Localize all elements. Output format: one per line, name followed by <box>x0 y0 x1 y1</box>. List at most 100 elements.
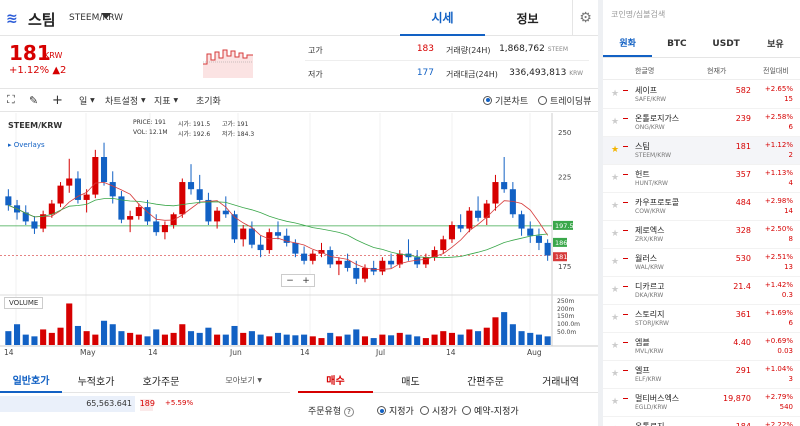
volume-bar <box>5 331 12 345</box>
market-row[interactable]: ★ 월러스 WAL/KRW 530 +2.51% 13 <box>603 249 800 277</box>
tab-usdt[interactable]: USDT <box>702 30 751 57</box>
star-icon[interactable]: ★ <box>611 257 619 267</box>
market-row[interactable]: ★ 스팀 STEEM/KRW 181 +1.12% 2 <box>603 137 800 165</box>
coin-change-pct: +1.04% <box>764 365 793 373</box>
market-row[interactable]: ★ 엠블 MVL/KRW 4.40 +0.69% 0.03 <box>603 333 800 361</box>
view-mode-select[interactable]: 모아보기 ▼ <box>192 367 262 393</box>
overlays-toggle[interactable]: ▸ Overlays <box>8 141 45 149</box>
market-row[interactable]: ★ 디카르고 DKA/KRW 21.4 +1.42% 0.3 <box>603 277 800 305</box>
ohlc-vol: VOL: 12.1M <box>133 129 168 136</box>
tab-simple-order[interactable]: 간편주문 <box>448 367 523 393</box>
period-select[interactable]: 일 ▼ <box>79 89 95 111</box>
coin-name: 세이프 <box>635 86 658 95</box>
candle-body <box>274 232 282 236</box>
chart-settings-label: 차트설정 <box>105 96 139 107</box>
col-change[interactable]: 전일대비 <box>763 66 789 76</box>
tab-btc[interactable]: BTC <box>652 30 701 57</box>
overlays-label: Overlays <box>13 141 45 149</box>
coin-price: 184 <box>703 422 751 426</box>
col-price[interactable]: 현재가 <box>707 66 726 76</box>
volume-bar <box>518 331 525 345</box>
help-icon[interactable]: ? <box>344 407 354 417</box>
zoom-out-button[interactable]: − <box>286 276 294 286</box>
candle-body <box>92 157 99 195</box>
star-icon[interactable]: ★ <box>611 145 619 155</box>
coin-change-abs: 6 <box>788 319 793 327</box>
tab-orderbook-cumulative[interactable]: 누적호가 <box>62 367 130 393</box>
crosshair-icon[interactable]: + <box>52 89 63 111</box>
star-icon[interactable]: ★ <box>611 369 619 379</box>
coin-dropdown-icon[interactable] <box>101 13 111 19</box>
tab-quote[interactable]: 시세 <box>400 0 485 36</box>
coin-pair: STEEM/KRW <box>69 13 124 23</box>
coin-name: 엘프 <box>635 366 650 375</box>
volume-bar <box>405 334 412 345</box>
candle-body <box>292 242 299 254</box>
fullscreen-icon[interactable]: ⛶ <box>7 89 15 111</box>
mini-chart-icon <box>623 202 628 203</box>
order-type-market[interactable]: 시장가 <box>420 404 457 417</box>
tab-buy[interactable]: 매수 <box>298 367 373 393</box>
tab-holdings[interactable]: 보유 <box>751 30 800 57</box>
volume-tick-label: 250m <box>557 298 574 305</box>
market-row[interactable]: ★온톨로지ONT/KRW184+2.22%4 <box>603 417 800 426</box>
market-row[interactable]: ★ 카우프로토콜 COW/KRW 484 +2.98% 14 <box>603 193 800 221</box>
col-name[interactable]: 한글명 <box>635 66 654 76</box>
order-type-reserve[interactable]: 예약-지정가 <box>462 404 519 417</box>
tab-sell[interactable]: 매도 <box>373 367 448 393</box>
volume-bar <box>187 331 195 345</box>
volume-bar <box>118 331 125 345</box>
volume-bar <box>327 332 334 345</box>
coin-price: 582 <box>735 86 751 95</box>
star-icon[interactable]: ★ <box>611 173 619 183</box>
search-input[interactable]: 코인명/심볼검색 <box>611 9 791 25</box>
market-row[interactable]: ★ 온톨로지가스 ONG/KRW 239 +2.58% 6 <box>603 109 800 137</box>
star-icon[interactable]: ★ <box>611 89 619 99</box>
volume-bar <box>144 336 151 345</box>
star-icon[interactable]: ★ <box>611 397 619 407</box>
market-row[interactable]: ★ 세이프 SAFE/KRW 582 +2.65% 15 <box>603 81 800 109</box>
market-row[interactable]: ★ 헌트 HUNT/KRW 357 +1.13% 4 <box>603 165 800 193</box>
tab-orderbook-order[interactable]: 호가주문 <box>130 367 192 393</box>
ohlc-low: 저가: 184.3 <box>222 129 254 138</box>
indicator-select[interactable]: 지표 ▼ <box>154 89 178 111</box>
order-type-label: 주문유형 ? <box>308 404 354 417</box>
market-row[interactable]: ★ 엘프 ELF/KRW 291 +1.04% 3 <box>603 361 800 389</box>
star-icon[interactable]: ★ <box>611 341 619 351</box>
coin-name: 스팀 <box>28 11 56 29</box>
ohlc-price: PRICE: 191 <box>133 119 166 126</box>
basic-chart-radio[interactable]: 기본차트 <box>483 89 528 111</box>
tab-history[interactable]: 거래내역 <box>523 367 598 393</box>
gear-icon[interactable]: ⚙ <box>572 0 598 36</box>
coin-price: 239 <box>735 114 751 123</box>
order-type-limit[interactable]: 지정가 <box>377 404 414 417</box>
orderbook-row[interactable]: 65,563.641 189 +5.59% <box>0 396 290 412</box>
candlestick-chart[interactable]: 250 225 175 197.5 186 181 250m200m150m100.0m50… <box>0 113 598 358</box>
reset-button[interactable]: 초기화 <box>196 89 221 111</box>
mini-chart-icon <box>623 146 628 147</box>
market-row[interactable]: ★ 스토리지 STORJ/KRW 361 +1.69% 6 <box>603 305 800 333</box>
pencil-icon[interactable]: ✎ <box>29 89 38 111</box>
chart-settings-select[interactable]: 차트설정 ▼ <box>105 89 146 111</box>
volume-bar <box>440 331 447 345</box>
candle-body <box>179 182 186 215</box>
candle-body <box>440 239 447 251</box>
tab-info[interactable]: 정보 <box>485 0 570 36</box>
tab-orderbook-normal[interactable]: 일반호가 <box>0 367 62 393</box>
volume-bar <box>335 336 342 345</box>
star-icon[interactable]: ★ <box>611 285 619 295</box>
star-icon[interactable]: ★ <box>611 201 619 211</box>
volume-bar <box>379 334 386 345</box>
ohlc-label: PRICE: <box>133 119 153 126</box>
market-row[interactable]: ★ 멀티버스엑스 EGLD/KRW 19,870 +2.79% 540 <box>603 389 800 417</box>
candle-body <box>501 182 508 190</box>
candle-body <box>5 196 12 206</box>
zoom-in-button[interactable]: + <box>302 276 310 286</box>
tab-krw[interactable]: 원화 <box>603 30 653 57</box>
market-row[interactable]: ★ 제로엑스 ZRX/KRW 328 +2.50% 8 <box>603 221 800 249</box>
star-icon[interactable]: ★ <box>611 229 619 239</box>
star-icon[interactable]: ★ <box>611 313 619 323</box>
trading-view-radio[interactable]: 트레이딩뷰 <box>538 89 591 111</box>
star-icon[interactable]: ★ <box>611 117 619 127</box>
price-sparkline <box>203 42 253 78</box>
